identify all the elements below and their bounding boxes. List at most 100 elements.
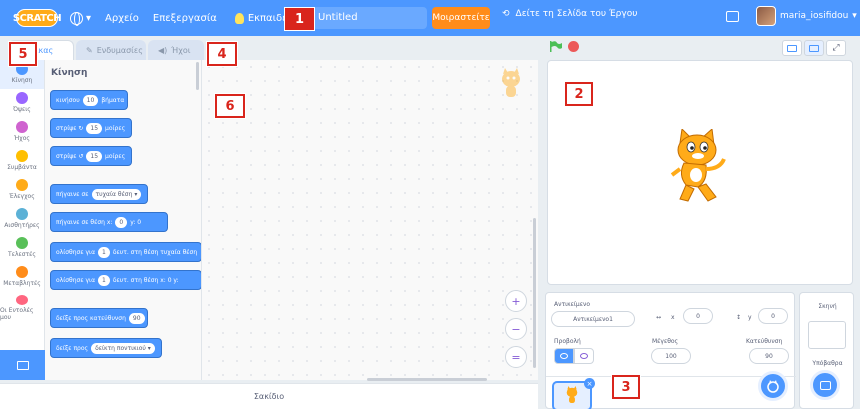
script-area[interactable]: + − = xyxy=(202,60,538,380)
fullscreen-button[interactable]: ⤢ xyxy=(826,40,846,56)
script-horizontal-scrollbar[interactable] xyxy=(202,378,538,381)
see-project-page-button[interactable]: ⟲ Δείτε τη Σελίδα του Έργου xyxy=(502,9,637,19)
block-text: δευτ. στη θέση x: 0 y: xyxy=(112,276,179,284)
menu-file[interactable]: Αρχείο xyxy=(105,13,139,24)
palette-scrollbar[interactable] xyxy=(196,62,199,90)
marker-6: 6 xyxy=(215,94,245,118)
stage-target-pane[interactable]: Σκηνή Υπόβαθρα xyxy=(799,292,854,409)
cat-sprite-image[interactable] xyxy=(668,129,728,207)
sprite-info: Αντικείμενο Αντικείμενο1 ↔ x 0 ↕ y 0 Προ… xyxy=(546,293,796,377)
block-text: δείξε προς κατεύθυνση xyxy=(56,314,126,322)
large-stage-button[interactable] xyxy=(804,40,824,56)
block-text: στρίψε ↻ xyxy=(56,124,84,132)
motion-block[interactable]: ολίσθησε για 1 δευτ. στη θέση x: 0 y: xyxy=(50,270,201,290)
small-stage-button[interactable] xyxy=(782,40,802,56)
extension-icon xyxy=(16,360,29,370)
language-menu[interactable]: ▾ xyxy=(70,11,91,26)
username-label: maria_iosifidou xyxy=(780,11,849,21)
category-label: Συμβάντα xyxy=(7,164,37,171)
block-text: πήγαινε σε θέση x: xyxy=(56,218,113,226)
block-input[interactable]: 0 xyxy=(115,216,128,228)
script-vertical-scrollbar[interactable] xyxy=(533,218,536,368)
menu-edit[interactable]: Επεξεργασία xyxy=(153,13,217,24)
block-input[interactable]: 1 xyxy=(98,274,110,286)
block-text: πήγαινε σε xyxy=(56,190,89,198)
block-input[interactable]: 90 xyxy=(128,312,145,324)
category-dot-icon xyxy=(16,179,28,191)
block-text: y: 0 xyxy=(130,218,142,226)
motion-block[interactable]: δείξε προς κατεύθυνση 90 xyxy=(50,308,148,328)
block-input[interactable]: τυχαία θέση ▾ xyxy=(91,188,142,200)
add-sprite-button[interactable] xyxy=(758,371,788,401)
x-position-input[interactable]: 0 xyxy=(683,308,713,324)
block-input[interactable]: δείκτη ποντικιού ▾ xyxy=(91,342,155,354)
motion-block[interactable]: δείξε προς δείκτη ποντικιού ▾ xyxy=(50,338,162,358)
zoom-out-button[interactable]: − xyxy=(505,318,527,340)
backdrops-label: Υπόβαθρα xyxy=(812,360,843,367)
hide-sprite-button[interactable] xyxy=(574,348,594,364)
my-stuff-folder-icon[interactable] xyxy=(726,11,739,22)
show-sprite-button[interactable] xyxy=(554,348,574,364)
picture-icon xyxy=(819,380,831,390)
category-item[interactable]: Έλεγχος xyxy=(0,176,44,205)
add-backdrop-button[interactable] xyxy=(810,370,840,400)
motion-block[interactable]: στρίψε ↺ 15 μοίρες xyxy=(50,146,132,166)
eye-icon xyxy=(560,353,568,359)
block-input[interactable]: 10 xyxy=(82,94,99,106)
zoom-in-button[interactable]: + xyxy=(505,290,527,312)
small-stage-icon xyxy=(787,44,797,52)
share-button[interactable]: Μοιραστείτε xyxy=(432,7,490,29)
block-input[interactable]: 15 xyxy=(86,150,103,162)
y-arrows-icon: ↕ xyxy=(736,314,742,321)
motion-block[interactable]: πήγαινε σε θέση x: 0 y: 0 xyxy=(50,212,168,232)
category-label: Όψεις xyxy=(13,106,31,113)
brush-icon: ✎ xyxy=(86,45,93,55)
cat-add-icon xyxy=(767,380,779,393)
user-avatar[interactable] xyxy=(756,6,776,26)
category-item[interactable]: Συμβάντα xyxy=(0,147,44,176)
lightbulb-icon xyxy=(234,12,244,24)
scratch-logo[interactable]: SCRATCH xyxy=(13,9,62,27)
block-text: ολίσθησε για xyxy=(56,276,96,284)
category-item[interactable]: Όψεις xyxy=(0,89,44,118)
category-item[interactable]: Ήχος xyxy=(0,118,44,147)
direction-input[interactable]: 90 xyxy=(749,348,789,364)
zoom-reset-icon: = xyxy=(511,350,521,364)
category-item[interactable]: Τελεστές xyxy=(0,234,44,263)
tab-costumes[interactable]: ✎ Ενδυμασίες xyxy=(76,40,146,60)
project-title-input[interactable]: Untitled xyxy=(312,7,427,29)
block-text: δευτ. στη θέση τυχαία θέση xyxy=(112,248,198,256)
backpack-bar[interactable]: Σακίδιο xyxy=(0,383,538,409)
category-dot-icon xyxy=(16,237,28,249)
category-dot-icon xyxy=(16,150,28,162)
account-menu[interactable]: maria_iosifidou ▾ xyxy=(780,11,857,21)
direction-label: Κατεύθυνση xyxy=(746,338,783,345)
category-item[interactable]: Αισθητήρες xyxy=(0,205,44,234)
tab-sounds[interactable]: ◀) Ήχοι xyxy=(148,40,204,60)
motion-block[interactable]: στρίψε ↻ 15 μοίρες xyxy=(50,118,132,138)
add-extension-button[interactable] xyxy=(0,350,45,380)
size-input[interactable]: 100 xyxy=(651,348,691,364)
motion-block[interactable]: ολίσθησε για 1 δευτ. στη θέση τυχαία θέση xyxy=(50,242,201,262)
zoom-reset-button[interactable]: = xyxy=(505,346,527,368)
y-position-input[interactable]: 0 xyxy=(758,308,788,324)
category-dot-icon xyxy=(16,266,28,278)
sprite-tile[interactable]: × xyxy=(552,378,595,409)
block-input[interactable]: 1 xyxy=(98,246,110,258)
zoom-out-icon: − xyxy=(511,322,521,336)
category-label: Μεταβλητές xyxy=(3,280,41,287)
stop-icon[interactable] xyxy=(568,41,579,52)
backdrop-thumbnail[interactable] xyxy=(808,321,846,349)
block-input[interactable]: 15 xyxy=(86,122,103,134)
motion-block[interactable]: κινήσου 10 βήματα xyxy=(50,90,128,110)
sprite-name-input[interactable]: Αντικείμενο1 xyxy=(551,311,635,327)
category-dot-icon xyxy=(16,208,28,220)
category-item[interactable]: Οι Εντολές μου xyxy=(0,292,44,321)
show-label: Προβολή xyxy=(554,338,581,345)
category-item[interactable]: Μεταβλητές xyxy=(0,263,44,292)
delete-sprite-icon[interactable]: × xyxy=(584,378,595,389)
motion-block[interactable]: πήγαινε σε τυχαία θέση ▾ xyxy=(50,184,148,204)
marker-5: 5 xyxy=(9,42,37,66)
green-flag-icon[interactable] xyxy=(550,41,562,52)
block-categories: Κίνηση Όψεις Ήχος Συμβάντα Έλεγχος Αισθητήρες… xyxy=(0,60,45,350)
